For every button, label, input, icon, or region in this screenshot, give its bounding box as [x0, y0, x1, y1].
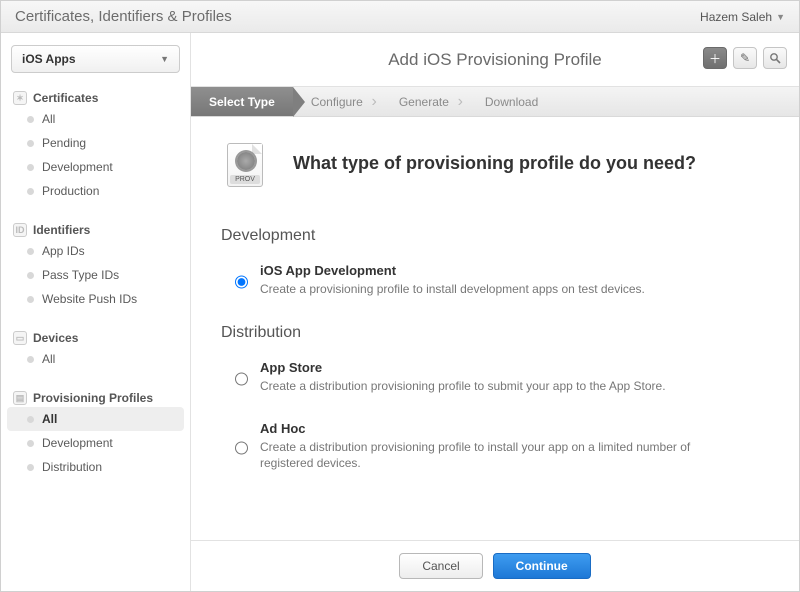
provisioning-icon: PROV	[221, 139, 269, 187]
main-title: Add iOS Provisioning Profile	[388, 50, 602, 70]
sidebar-group-provisioning-profiles[interactable]: ▤ Provisioning Profiles	[7, 389, 184, 407]
bullet-icon	[27, 296, 34, 303]
sidebar-item-label: Pass Type IDs	[42, 268, 119, 282]
radio-app-store[interactable]	[235, 363, 248, 395]
group-icon: ▤	[13, 391, 27, 405]
sidebar-item-app-ids[interactable]: App IDs	[7, 239, 184, 263]
sidebar-item-all[interactable]: All	[7, 347, 184, 371]
bullet-icon	[27, 356, 34, 363]
sidebar-item-label: Development	[42, 436, 113, 450]
bullet-icon	[27, 116, 34, 123]
group-title: Provisioning Profiles	[33, 391, 153, 405]
platform-label: iOS Apps	[22, 52, 76, 66]
sidebar-item-label: Production	[42, 184, 99, 198]
radio-ad-hoc[interactable]	[235, 424, 248, 473]
section-distribution: Distribution	[221, 324, 769, 342]
footer: Cancel Continue	[191, 540, 799, 591]
sidebar-item-website-push-ids[interactable]: Website Push IDs	[7, 287, 184, 311]
bullet-icon	[27, 140, 34, 147]
cancel-button[interactable]: Cancel	[399, 553, 482, 579]
bullet-icon	[27, 248, 34, 255]
sidebar-item-label: All	[42, 112, 55, 126]
sidebar-item-pass-type-ids[interactable]: Pass Type IDs	[7, 263, 184, 287]
bullet-icon	[27, 188, 34, 195]
option-desc-ad-hoc: Create a distribution provisioning profi…	[260, 439, 720, 473]
radio-ios-app-dev[interactable]	[235, 266, 248, 298]
bullet-icon	[27, 416, 34, 423]
sidebar-item-label: Pending	[42, 136, 86, 150]
section-development: Development	[221, 227, 769, 245]
page-title: Certificates, Identifiers & Profiles	[15, 8, 232, 25]
step-select-type[interactable]: Select Type	[191, 87, 293, 116]
wizard-steps: Select TypeConfigureGenerateDownload	[191, 87, 799, 117]
main-panel: Add iOS Provisioning Profile ＋ ✎ Select …	[191, 33, 799, 591]
group-title: Certificates	[33, 91, 98, 105]
add-button[interactable]: ＋	[703, 47, 727, 69]
sidebar-item-all[interactable]: All	[7, 107, 184, 131]
bullet-icon	[27, 464, 34, 471]
group-title: Identifiers	[33, 223, 90, 237]
sidebar-item-pending[interactable]: Pending	[7, 131, 184, 155]
content-heading: What type of provisioning profile do you…	[293, 153, 696, 174]
sidebar: iOS Apps ▼ ✶ Certificates All Pending Develo…	[1, 33, 191, 591]
sidebar-item-distribution[interactable]: Distribution	[7, 455, 184, 479]
platform-select[interactable]: iOS Apps ▼	[11, 45, 180, 73]
sidebar-group-devices[interactable]: ▭ Devices	[7, 329, 184, 347]
group-title: Devices	[33, 331, 78, 345]
user-menu[interactable]: Hazem Saleh ▼	[700, 10, 785, 24]
search-button[interactable]	[763, 47, 787, 69]
step-download[interactable]: Download	[467, 87, 556, 116]
sidebar-item-production[interactable]: Production	[7, 179, 184, 203]
sidebar-item-development[interactable]: Development	[7, 155, 184, 179]
option-title-app-store: App Store	[260, 360, 666, 375]
sidebar-item-all[interactable]: All	[7, 407, 184, 431]
chevron-down-icon: ▼	[776, 12, 785, 22]
continue-button[interactable]: Continue	[493, 553, 591, 579]
group-icon: ✶	[13, 91, 27, 105]
sidebar-item-label: Development	[42, 160, 113, 174]
edit-button[interactable]: ✎	[733, 47, 757, 69]
chevron-down-icon: ▼	[160, 54, 169, 64]
bullet-icon	[27, 272, 34, 279]
sidebar-item-label: App IDs	[42, 244, 85, 258]
group-icon: ID	[13, 223, 27, 237]
option-title-ios-app-dev: iOS App Development	[260, 263, 645, 278]
sidebar-group-identifiers[interactable]: ID Identifiers	[7, 221, 184, 239]
sidebar-item-label: Distribution	[42, 460, 102, 474]
group-icon: ▭	[13, 331, 27, 345]
bullet-icon	[27, 440, 34, 447]
option-desc-app-store: Create a distribution provisioning profi…	[260, 378, 666, 395]
sidebar-item-label: Website Push IDs	[42, 292, 137, 306]
sidebar-group-certificates[interactable]: ✶ Certificates	[7, 89, 184, 107]
user-name: Hazem Saleh	[700, 10, 772, 24]
sidebar-item-label: All	[42, 352, 55, 366]
sidebar-item-label: All	[42, 412, 57, 426]
sidebar-item-development[interactable]: Development	[7, 431, 184, 455]
bullet-icon	[27, 164, 34, 171]
step-configure[interactable]: Configure	[293, 87, 381, 116]
search-icon	[769, 52, 781, 64]
step-generate[interactable]: Generate	[381, 87, 467, 116]
option-desc-ios-app-dev: Create a provisioning profile to install…	[260, 281, 645, 298]
option-title-ad-hoc: Ad Hoc	[260, 421, 720, 436]
